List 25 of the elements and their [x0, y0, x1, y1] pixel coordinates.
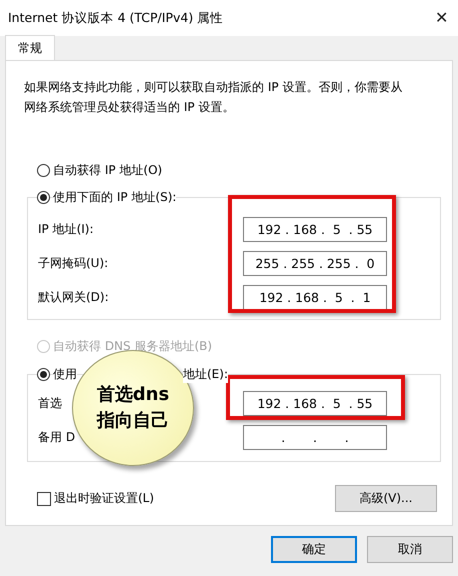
description-text: 如果网络支持此功能，则可以获取自动指派的 IP 设置。否则，你需要从网络系统管理员处获得适当的 IP 设置。 [24, 79, 404, 116]
ip-field[interactable]: 192 . 168 . 5 . 55 [243, 217, 387, 242]
field-label: 首选 [38, 395, 62, 412]
dns-field[interactable]: 192 . 168 . 5 . 55 [243, 391, 387, 416]
radio-label: 自动获得 IP 地址(O) [53, 162, 162, 178]
close-button[interactable]: ✕ [433, 8, 450, 28]
radio-button[interactable] [37, 164, 50, 176]
radio-label: 使用 [53, 366, 77, 382]
dialog-button[interactable]: 确定 [271, 536, 357, 563]
field-label: IP 地址(I): [38, 221, 94, 238]
radio-button[interactable] [37, 190, 50, 204]
checkbox[interactable] [37, 492, 51, 506]
field-label: 子网掩码(U): [38, 255, 108, 272]
ip-field[interactable]: 192 . 168 . 5 . 1 [243, 285, 387, 310]
window-title: Internet 协议版本 4 (TCP/IPv4) 属性 [8, 10, 224, 26]
checkbox-label: 退出时验证设置(L) [54, 490, 154, 507]
radio-label: 地址(E): [183, 366, 228, 382]
radio-button[interactable] [37, 368, 50, 380]
dns-field[interactable]: . . . [243, 425, 387, 450]
field-label: 默认网关(D): [38, 289, 109, 306]
ip-field[interactable]: 255 . 255 . 255 . 0 [243, 251, 387, 276]
tab[interactable]: 常规 [5, 35, 55, 60]
advanced-button[interactable]: 高级(V)... [335, 485, 437, 512]
dialog-button[interactable]: 取消 [367, 536, 453, 563]
radio-label: 使用下面的 IP 地址(S): [53, 188, 176, 206]
